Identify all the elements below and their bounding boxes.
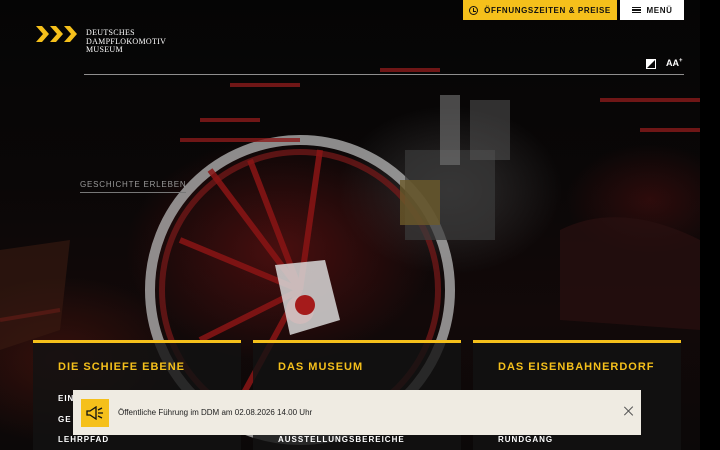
menu-button[interactable]: MENÜ (620, 0, 684, 20)
card-title[interactable]: DAS MUSEUM (278, 361, 363, 373)
notification-text[interactable]: Öffentliche Führung im DDM am 02.08.2026… (118, 408, 312, 417)
clock-icon (469, 5, 479, 15)
logo-line-3: MUSEUM (86, 45, 123, 54)
museum-logo[interactable]: DEUTSCHES DAMPFLOKOMOTIV MUSEUM (36, 26, 166, 55)
header-divider (84, 74, 684, 75)
font-size-label: AA (666, 58, 679, 68)
card-title[interactable]: DAS EISENBAHNERDORF (498, 361, 655, 373)
megaphone-icon (81, 398, 109, 427)
menu-label: MENÜ (646, 5, 673, 15)
font-size-plus: + (679, 58, 683, 64)
font-size-icon[interactable]: AA+ (666, 58, 683, 68)
hero-history-link[interactable]: GESCHICHTE ERLEBEN (80, 180, 187, 193)
card-link[interactable]: EIN (58, 394, 74, 403)
hamburger-icon (631, 6, 641, 14)
logo-chevrons-icon (36, 26, 77, 42)
contrast-icon[interactable] (646, 59, 656, 69)
logo-text: DEUTSCHES DAMPFLOKOMOTIV MUSEUM (86, 28, 166, 55)
close-icon[interactable] (624, 406, 634, 416)
card-link[interactable]: AUSSTELLUNGSBEREICHE (278, 435, 405, 444)
card-link[interactable]: RUNDGANG (498, 435, 553, 444)
card-link[interactable]: GE (58, 415, 72, 424)
opening-hours-label: ÖFFNUNGSZEITEN & PREISE (484, 5, 611, 15)
opening-hours-button[interactable]: ÖFFNUNGSZEITEN & PREISE (463, 0, 617, 20)
event-notification-banner: Öffentliche Führung im DDM am 02.08.2026… (73, 390, 641, 435)
card-link[interactable]: LEHRPFAD (58, 435, 109, 444)
card-title[interactable]: DIE SCHIEFE EBENE (58, 361, 185, 373)
